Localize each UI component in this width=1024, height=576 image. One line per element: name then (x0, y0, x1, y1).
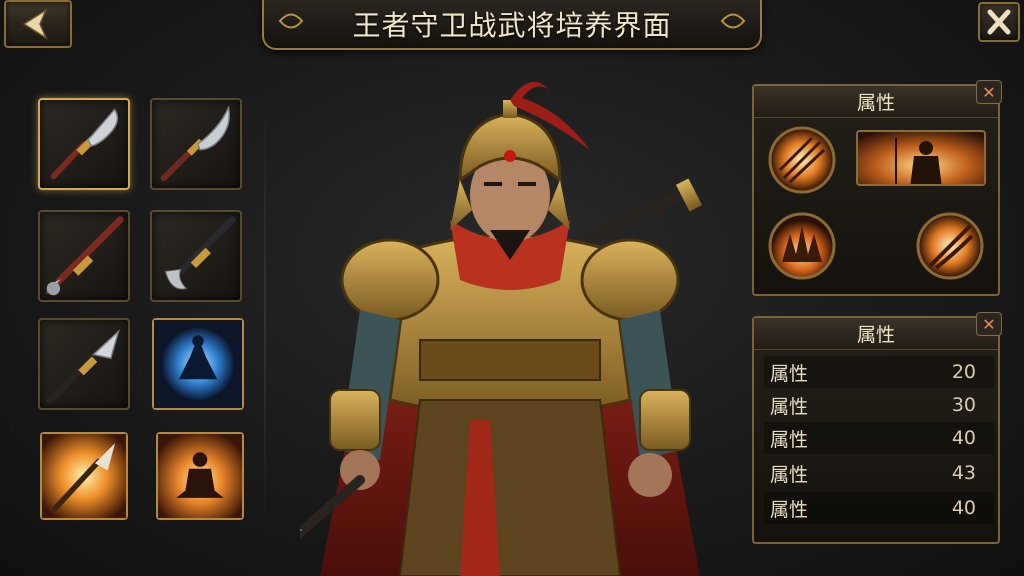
general-portrait-icon (199, 82, 703, 576)
close-button[interactable] (978, 2, 1020, 42)
close-icon (987, 9, 1011, 35)
spear-icon (45, 216, 124, 296)
skill-slot-flaming-spear[interactable] (40, 432, 128, 520)
flaming-spear-icon (42, 434, 126, 518)
hero-character (199, 70, 720, 576)
stat-row: 属性 43 (764, 457, 994, 489)
stat-value: 30 (951, 394, 976, 416)
flame-spikes-icon (768, 212, 836, 280)
ornament-icon (720, 13, 746, 29)
skill-slot-meditation-blue[interactable] (152, 318, 244, 410)
skill-orb-spear-strike[interactable] (768, 126, 836, 194)
iron-spear-icon (164, 216, 236, 290)
top-bar: 王者守卫战武将培养界面 (0, 0, 1024, 52)
equipment-slot-iron-spear[interactable] (150, 210, 242, 302)
skill-orb-flame-spikes[interactable] (768, 212, 836, 280)
equipment-slot-red-spear[interactable] (38, 210, 130, 302)
back-button[interactable] (4, 0, 72, 48)
equipment-slot-glaive[interactable] (150, 98, 242, 190)
panel-divider (264, 100, 266, 530)
skill-slot-meditation-fire[interactable] (156, 432, 244, 520)
skill-banner-warrior[interactable] (856, 130, 986, 186)
stat-label: 属性 (770, 428, 809, 451)
glaive-icon (160, 105, 230, 182)
equipment-slot-spearhead[interactable] (38, 318, 130, 410)
stats-panel-title: 属性 (754, 318, 998, 350)
warrior-silhouette-icon (858, 132, 984, 184)
stat-value: 20 (951, 361, 976, 383)
skill-panel-close-button[interactable]: ✕ (976, 80, 1002, 104)
skill-panel-title: 属性 (754, 86, 998, 118)
stat-row: 属性 40 (764, 492, 994, 524)
spear-strike-icon (768, 126, 836, 194)
equipment-slot-broadsword[interactable] (38, 98, 130, 190)
stat-row: 属性 40 (764, 422, 994, 454)
stats-panel-close-button[interactable]: ✕ (976, 312, 1002, 336)
broadsword-icon (50, 108, 119, 180)
meditation-blue-icon (154, 320, 242, 408)
skill-orb-slash[interactable] (916, 212, 984, 280)
ornament-icon (278, 13, 304, 29)
stat-value: 43 (951, 462, 976, 484)
stat-value: 40 (951, 497, 976, 519)
stats-panel: 属性 ✕ 属性 20 属性 30 属性 40 属性 43 属性 40 (752, 312, 1002, 544)
stat-label: 属性 (770, 362, 809, 385)
stat-row: 属性 30 (764, 389, 994, 421)
back-arrow-icon (22, 8, 48, 40)
page-title: 王者守卫战武将培养界面 (352, 9, 672, 42)
spearhead-icon (46, 329, 120, 404)
stat-row: 属性 20 (764, 356, 994, 388)
meditation-fire-icon (158, 434, 242, 518)
slash-icon (916, 212, 984, 280)
stat-label: 属性 (770, 463, 809, 486)
title-plate: 王者守卫战武将培养界面 (262, 0, 762, 50)
stat-label: 属性 (770, 498, 809, 521)
stat-value: 40 (951, 427, 976, 449)
stat-label: 属性 (770, 395, 809, 418)
skill-panel: 属性 ✕ (752, 80, 1002, 296)
